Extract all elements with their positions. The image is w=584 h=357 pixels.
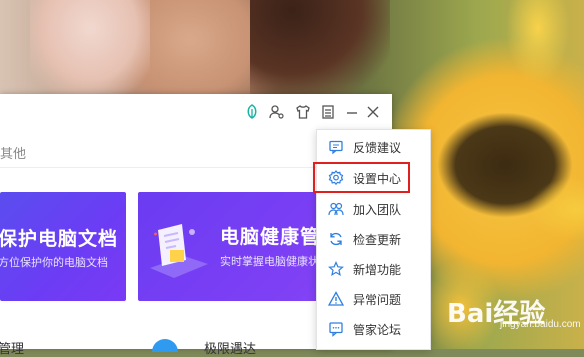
leaf-icon[interactable] [243,103,261,121]
laptop-illustration-icon [150,224,208,278]
menu-item-new-features[interactable]: 新增功能 [317,254,430,284]
message-icon [328,139,344,155]
photo-hand [30,0,150,95]
photo-hair [250,0,390,100]
tab-other[interactable]: 其他 [0,143,26,162]
card-title: 保护电脑文档 [0,229,119,250]
team-icon [328,201,344,217]
menu-item-label: 异常问题 [353,293,402,307]
card-subtitle: 实时掌握电脑健康状 [220,256,319,268]
speed-icon [152,339,178,352]
warning-icon [328,291,344,307]
menu-item-forum[interactable]: 管家论坛 [317,314,430,344]
watermark-url: jingyan.baidu.com [500,319,581,330]
menu-item-join-team[interactable]: 加入团队 [317,194,430,224]
watermark: Bai经验 jingyan.baidu.com [447,293,581,345]
close-icon[interactable] [364,103,382,121]
menu-item-label: 检查更新 [353,233,402,247]
feature-card-protect-docs[interactable]: 保护电脑文档 方位保护你的电脑文档 [0,192,126,301]
minimize-icon[interactable] [343,103,361,121]
refresh-icon [328,231,344,247]
tshirt-icon[interactable] [294,103,312,121]
forum-icon [328,321,344,337]
menu-item-check-update[interactable]: 检查更新 [317,224,430,254]
user-settings-icon[interactable] [268,103,286,121]
menu-item-label: 反馈建议 [353,141,402,155]
card-subtitle: 方位保护你的电脑文档 [0,257,108,269]
titlebar [0,94,392,130]
highlight-annotation [313,162,410,193]
menu-item-label: 新增功能 [353,263,402,277]
bottom-item-manage[interactable]: 管理 [0,338,24,357]
menu-item-feedback[interactable]: 反馈建议 [317,132,430,162]
menu-item-issues[interactable]: 异常问题 [317,284,430,314]
menu-list-icon[interactable] [319,103,337,121]
menu-item-label: 加入团队 [353,203,402,217]
bottom-item-speed[interactable]: 极限遇达 [204,338,256,357]
menu-item-label: 管家论坛 [353,323,402,337]
star-icon [328,261,344,277]
